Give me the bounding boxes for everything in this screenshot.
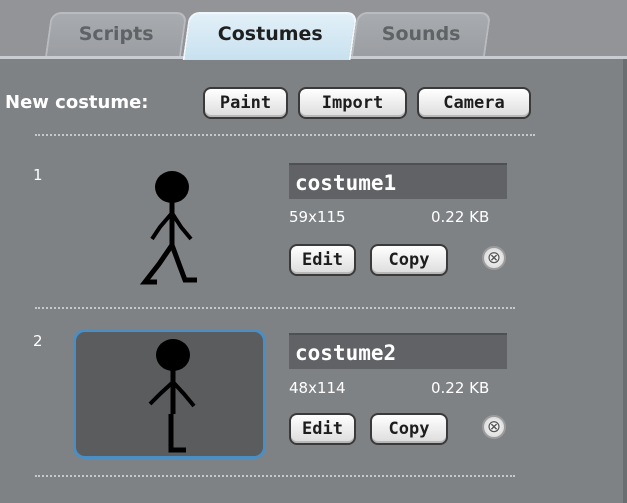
copy-button[interactable]: Copy <box>370 413 448 445</box>
costume-index: 1 <box>33 166 43 184</box>
costume-name-field[interactable]: costume1 <box>289 163 507 199</box>
tab-scripts[interactable]: Scripts <box>44 12 188 58</box>
tab-sounds-label: Sounds <box>381 23 461 45</box>
stick-figure-walking-image <box>139 171 197 285</box>
costume-dimensions: 59x115 <box>289 208 346 226</box>
stick-figure-standing-image <box>148 339 196 453</box>
paint-button[interactable]: Paint <box>203 87 288 119</box>
edit-button[interactable]: Edit <box>289 244 356 276</box>
tab-costumes-label: Costumes <box>217 23 323 45</box>
separator <box>35 475 515 477</box>
delete-icon[interactable]: ⊗ <box>482 246 506 270</box>
copy-button[interactable]: Copy <box>370 244 448 276</box>
tab-costumes[interactable]: Costumes <box>182 12 358 60</box>
separator <box>35 134 535 136</box>
panel-edge <box>623 59 627 503</box>
separator <box>35 307 515 309</box>
camera-button[interactable]: Camera <box>417 87 531 119</box>
costumes-panel: New costume: Paint Import Camera 1 costu… <box>0 59 627 503</box>
tab-scripts-label: Scripts <box>78 23 154 45</box>
tab-sounds[interactable]: Sounds <box>350 12 492 58</box>
tab-bar: Scripts Sounds Costumes <box>0 0 627 60</box>
edit-button[interactable]: Edit <box>289 413 356 445</box>
costume-file-size: 0.22 KB <box>431 208 490 226</box>
costume-index: 2 <box>33 332 43 350</box>
costume-file-size: 0.22 KB <box>431 379 490 397</box>
costume-dimensions: 48x114 <box>289 379 346 397</box>
costume-thumbnail[interactable] <box>75 159 268 289</box>
costume-thumbnail-selected[interactable] <box>73 329 266 459</box>
new-costume-label: New costume: <box>5 92 149 113</box>
costume-name-field[interactable]: costume2 <box>289 333 507 369</box>
import-button[interactable]: Import <box>298 87 407 119</box>
delete-icon[interactable]: ⊗ <box>482 415 506 439</box>
